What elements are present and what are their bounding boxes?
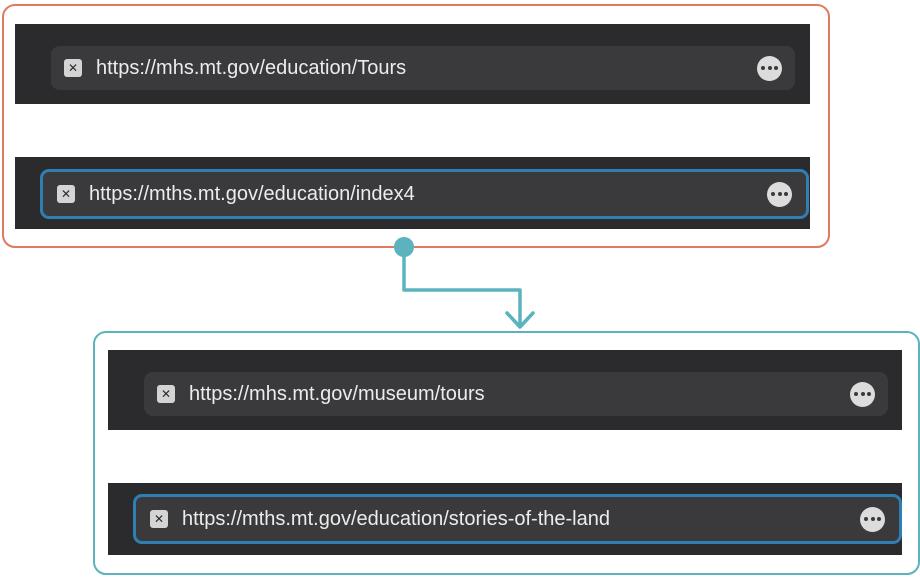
more-options-icon[interactable]: [860, 506, 885, 532]
more-options-icon[interactable]: [850, 381, 875, 407]
url-bar[interactable]: ✕ https://mhs.mt.gov/museum/tours: [144, 372, 888, 416]
toolbar-strip-bottom: ✕ https://mths.mt.gov/education/stories-…: [108, 483, 902, 555]
url-text: https://mhs.mt.gov/museum/tours: [189, 382, 485, 405]
url-bar-highlighted[interactable]: ✕ https://mths.mt.gov/education/stories-…: [133, 494, 902, 544]
connector-line: [402, 247, 522, 325]
close-icon[interactable]: ✕: [150, 510, 168, 528]
updated-urls-panel: ✕ https://mhs.mt.gov/museum/tours ✕ http…: [93, 331, 920, 575]
close-icon[interactable]: ✕: [157, 385, 175, 403]
url-text: https://mths.mt.gov/education/stories-of…: [182, 507, 610, 530]
toolbar-strip-top: ✕ https://mhs.mt.gov/museum/tours: [108, 350, 902, 430]
